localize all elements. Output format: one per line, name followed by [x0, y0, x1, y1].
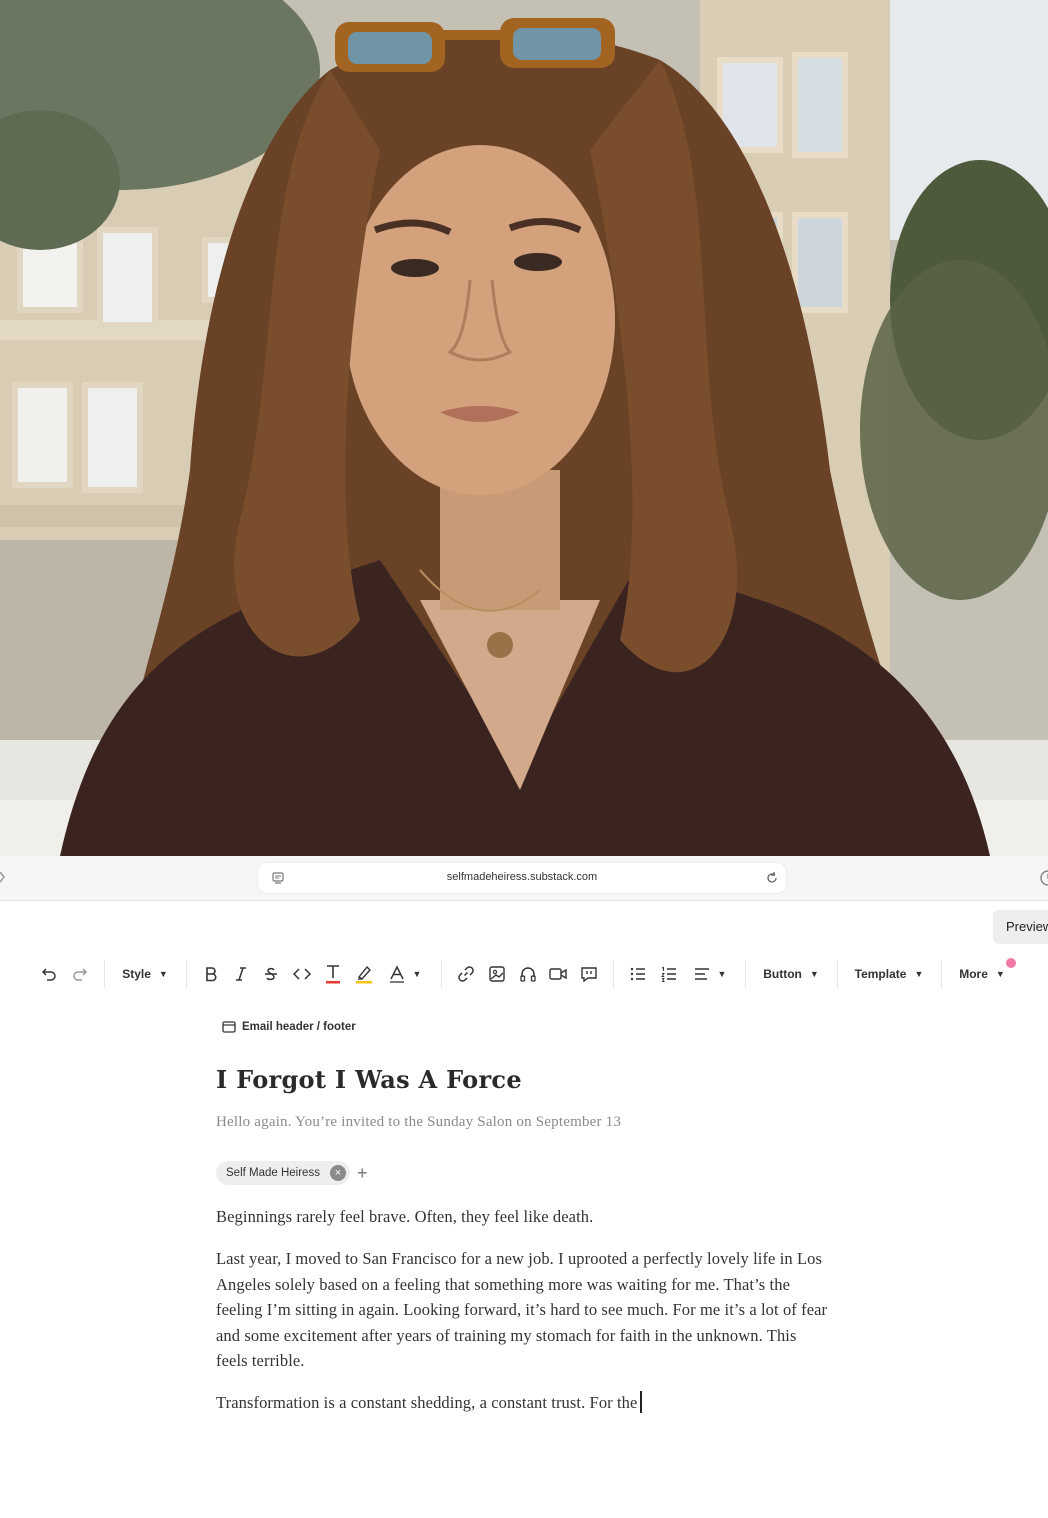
chevron-down-icon: ▼: [717, 969, 727, 979]
italic-icon[interactable]: [230, 962, 252, 986]
remove-author-icon[interactable]: ×: [329, 1165, 346, 1181]
paragraph[interactable]: Beginnings rarely feel brave. Often, the…: [216, 1204, 836, 1230]
reload-icon[interactable]: [765, 871, 779, 890]
post-subtitle[interactable]: Hello again. You’re invited to the Sunda…: [216, 1114, 621, 1131]
toolbar-divider: [104, 960, 105, 988]
text-color-icon[interactable]: [321, 962, 345, 986]
toolbar-divider: [441, 960, 442, 988]
highlight-icon[interactable]: [352, 962, 376, 986]
email-header-footer-button[interactable]: Email header / footer: [222, 1021, 356, 1033]
button-dropdown[interactable]: Button ▼: [760, 962, 822, 986]
chevron-down-icon: ▼: [809, 969, 819, 979]
strikethrough-icon[interactable]: [260, 962, 282, 986]
align-icon: [694, 968, 709, 980]
comment-icon[interactable]: [578, 962, 600, 986]
paragraph-current[interactable]: Transformation is a constant shedding, a…: [216, 1390, 836, 1416]
browser-address-bar: selfmadeheiress.substack.com: [0, 856, 1048, 901]
bullet-list-icon[interactable]: [627, 962, 649, 986]
toolbar-divider: [745, 960, 746, 988]
toolbar-divider: [186, 960, 187, 988]
template-label: Template: [854, 967, 907, 981]
email-header-footer-label: Email header / footer: [242, 1021, 356, 1033]
author-name: Self Made Heiress: [226, 1167, 320, 1179]
code-icon[interactable]: [290, 962, 314, 986]
link-icon[interactable]: [455, 962, 477, 986]
font-dropdown[interactable]: ▼: [384, 962, 426, 986]
numbered-list-icon[interactable]: [658, 962, 680, 986]
url-text: selfmadeheiress.substack.com: [446, 871, 598, 883]
author-chip[interactable]: Self Made Heiress ×: [216, 1161, 350, 1185]
style-label: Style: [122, 967, 151, 981]
chevron-down-icon: ▼: [158, 969, 168, 979]
preview-button[interactable]: Preview: [993, 910, 1048, 944]
post-title[interactable]: I Forgot I Was A Force: [216, 1065, 522, 1094]
back-chevron-icon[interactable]: [0, 870, 6, 889]
font-icon: [389, 965, 404, 983]
align-dropdown[interactable]: ▼: [690, 962, 730, 986]
clock-icon[interactable]: [1038, 868, 1048, 893]
notification-dot: [1006, 958, 1016, 968]
chevron-down-icon: ▼: [412, 969, 422, 979]
template-dropdown[interactable]: Template ▼: [852, 962, 926, 986]
person-photo-illustration: [0, 0, 1048, 856]
paragraph-text: Transformation is a constant shedding, a…: [216, 1393, 638, 1412]
redo-icon[interactable]: [69, 962, 91, 986]
text-cursor: [640, 1391, 643, 1413]
bold-icon[interactable]: [200, 962, 222, 986]
toolbar-divider: [613, 960, 614, 988]
toolbar-divider: [941, 960, 942, 988]
video-icon[interactable]: [547, 962, 569, 986]
chevron-down-icon: ▼: [914, 969, 924, 979]
add-author-button[interactable]: +: [357, 1161, 368, 1185]
chevron-down-icon: ▼: [995, 969, 1005, 979]
button-label: Button: [763, 967, 802, 981]
email-layout-icon: [222, 1021, 236, 1033]
style-dropdown[interactable]: Style ▼: [118, 962, 172, 986]
image-icon[interactable]: [486, 962, 508, 986]
more-dropdown[interactable]: More ▼: [956, 962, 1008, 986]
audio-icon[interactable]: [517, 962, 539, 986]
webcam-photo: [0, 0, 1048, 856]
undo-icon[interactable]: [38, 962, 60, 986]
editor-toolbar: Style ▼ ▼ ▼ Button ▼ Template ▼ More ▼: [0, 952, 1048, 996]
url-field[interactable]: selfmadeheiress.substack.com: [258, 863, 786, 893]
toolbar-divider: [837, 960, 838, 988]
more-label: More: [959, 967, 988, 981]
paragraph[interactable]: Last year, I moved to San Francisco for …: [216, 1246, 828, 1374]
